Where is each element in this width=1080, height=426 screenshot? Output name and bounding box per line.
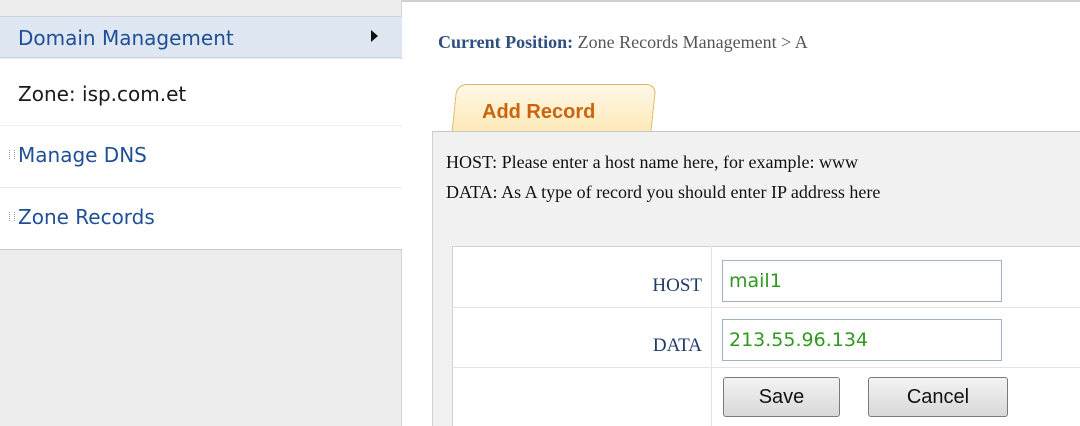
sidebar-panel: Zone: isp.com.et Manage DNS Zone Records <box>0 59 402 250</box>
zone-label: Zone: isp.com.et <box>18 82 187 106</box>
row-divider <box>452 307 1080 308</box>
breadcrumb-path: Zone Records Management > A <box>577 32 808 52</box>
sidebar-item-manage-dns[interactable]: Manage DNS <box>0 125 402 187</box>
sidebar-item-label[interactable]: Manage DNS <box>18 143 147 167</box>
row-divider <box>452 367 1080 368</box>
sidebar-header-label: Domain Management <box>18 26 234 50</box>
sidebar-item-label[interactable]: Zone Records <box>18 205 155 229</box>
data-label: DATA <box>652 335 702 356</box>
sidebar-item-zone-records[interactable]: Zone Records <box>0 187 402 249</box>
save-button[interactable]: Save <box>723 377 840 417</box>
sidebar-header-domain-management[interactable]: Domain Management <box>0 16 402 58</box>
cancel-button[interactable]: Cancel <box>868 377 1008 417</box>
data-hint: DATA: As A type of record you should ent… <box>446 182 881 202</box>
host-hint: HOST: Please enter a host name here, for… <box>446 152 858 172</box>
breadcrumb: Current Position: Zone Records Managemen… <box>438 32 808 53</box>
tab-add-record-label[interactable]: Add Record <box>482 101 595 124</box>
breadcrumb-label: Current Position: <box>438 32 574 52</box>
data-input[interactable] <box>722 319 1002 361</box>
caret-right-icon <box>371 30 378 42</box>
sidebar: Domain Management Zone: isp.com.et Manag… <box>0 0 402 426</box>
dotted-bullet-icon <box>9 150 15 159</box>
top-divider <box>402 0 1080 2</box>
dotted-bullet-icon <box>9 212 15 221</box>
column-divider <box>711 246 712 426</box>
host-label: HOST <box>652 275 702 296</box>
host-input[interactable] <box>722 260 1002 302</box>
